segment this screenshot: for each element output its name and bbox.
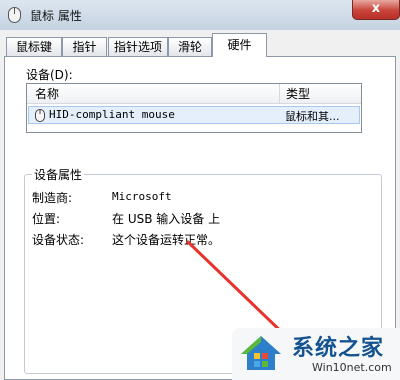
close-button[interactable]: x xyxy=(352,0,400,20)
house-logo-icon xyxy=(241,336,281,370)
device-type: 鼠标和其... xyxy=(285,110,340,123)
mouse-icon xyxy=(8,7,21,23)
watermark-main-text: 系统之家 xyxy=(292,336,385,361)
tab-wheel[interactable]: 滑轮 xyxy=(168,37,212,56)
device-status-label: 设备状态: xyxy=(32,233,85,247)
device-status-value: 这个设备运转正常。 xyxy=(112,233,221,247)
tab-buttons[interactable]: 鼠标键 xyxy=(6,37,62,56)
manufacturer-label: 制造商: xyxy=(32,191,73,205)
devices-label: 设备(D): xyxy=(26,68,73,82)
column-header-type[interactable]: 类型 xyxy=(280,84,361,104)
mouse-icon xyxy=(35,109,45,122)
watermark: 系统之家 Win10net.com xyxy=(232,328,400,380)
title-bar: 鼠标 属性 x xyxy=(0,0,400,31)
device-properties-title: 设备属性 xyxy=(32,166,85,183)
tab-pointer-options[interactable]: 指针选项 xyxy=(108,37,168,56)
watermark-sub-text: Win10net.com xyxy=(312,361,392,374)
manufacturer-value: Microsoft xyxy=(112,190,172,203)
tab-hardware[interactable]: 硬件 xyxy=(212,33,267,57)
location-label: 位置: xyxy=(32,212,61,226)
device-list[interactable]: 名称 类型 HID-compliant mouse 鼠标和其... xyxy=(26,83,362,133)
location-value: 在 USB 输入设备 上 xyxy=(112,212,221,226)
device-row[interactable]: HID-compliant mouse 鼠标和其... xyxy=(28,106,360,124)
tab-pointers[interactable]: 指针 xyxy=(62,37,107,56)
device-name: HID-compliant mouse xyxy=(49,108,175,121)
column-header-name[interactable]: 名称 xyxy=(27,84,280,104)
window-title: 鼠标 属性 xyxy=(30,9,82,23)
